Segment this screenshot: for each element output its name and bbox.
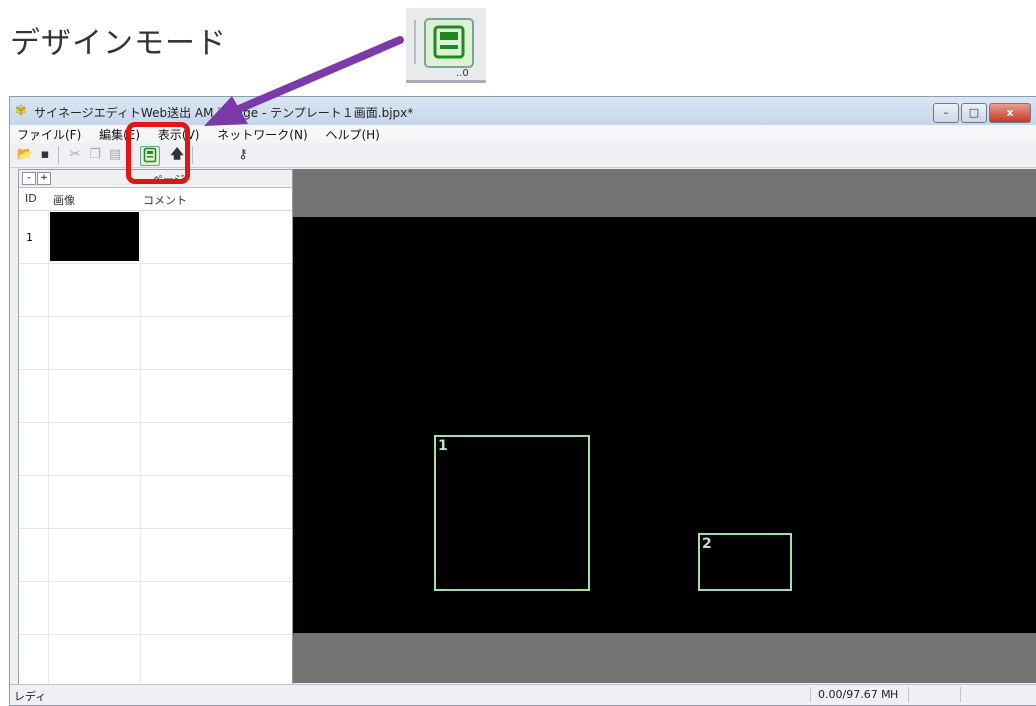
callout-arrow — [204, 36, 404, 126]
